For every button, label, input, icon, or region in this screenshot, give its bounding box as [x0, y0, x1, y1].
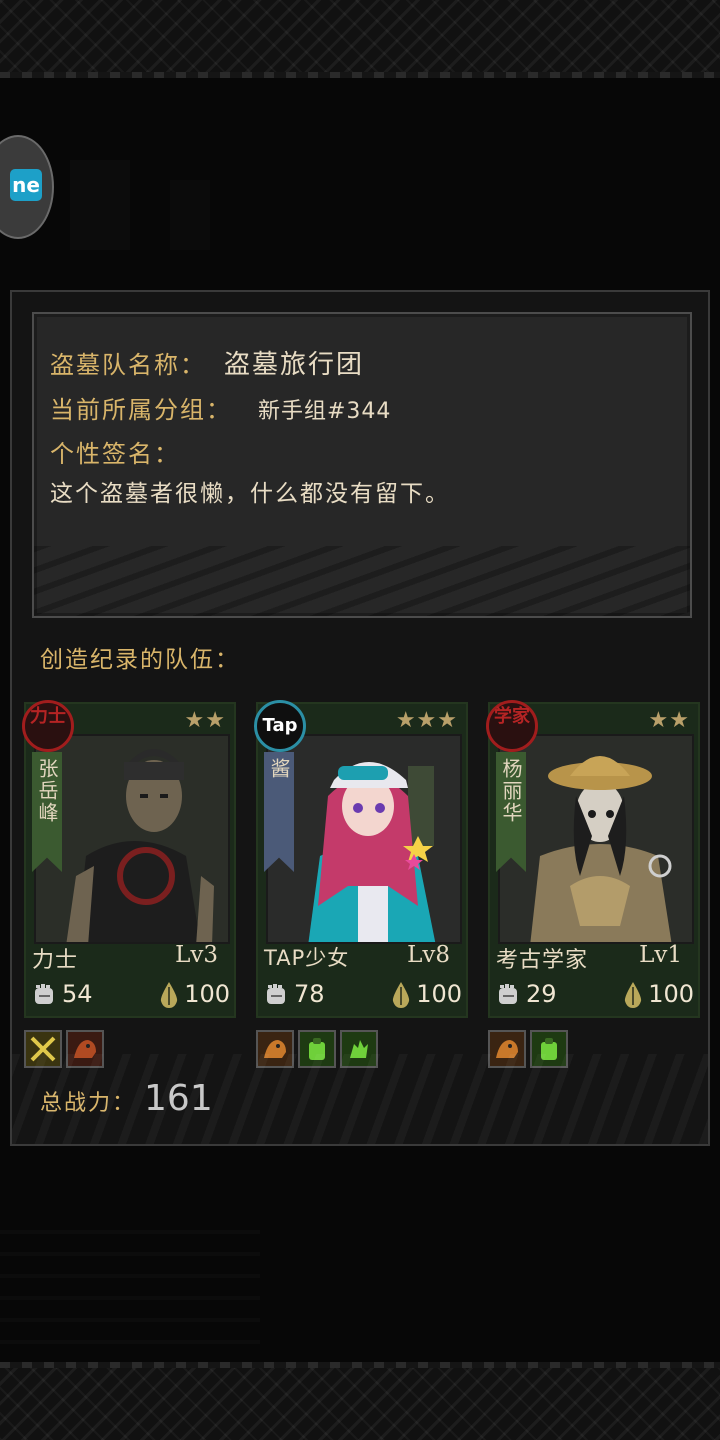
signature-text: 这个盗墓者很懒，什么都没有留下。 — [50, 481, 450, 507]
member-name-banner: 酱 — [264, 752, 294, 872]
hand-skill-icon[interactable] — [340, 1030, 378, 1068]
slash-skill-icon[interactable] — [24, 1030, 62, 1068]
power-value: 54 — [62, 980, 93, 1008]
member-level: Lv8 — [407, 942, 450, 968]
team-info-box: 盗墓队名称： 盗墓旅行团 当前所属分组： 新手组#344 个性签名： 这个盗墓者很懒… — [32, 312, 692, 618]
character-portrait — [498, 734, 694, 944]
fist-icon — [35, 984, 53, 1004]
member-name-banner: 张岳峰 — [32, 752, 62, 872]
team-detail-panel: 盗墓队名称： 盗墓旅行团 当前所属分组： 新手组#344 个性签名： 这个盗墓者很懒… — [10, 290, 710, 1146]
background-shadow — [70, 160, 130, 250]
power-value: 29 — [526, 980, 557, 1008]
member-class: TAP少女 — [264, 946, 350, 970]
character-portrait — [266, 734, 462, 944]
water-value: 100 — [184, 980, 230, 1008]
class-emblem-icon: 力士 — [22, 700, 74, 752]
member-card-zhang-yuefeng[interactable]: ★★ 力士 张岳峰 力士 Lv3 54 100 — [22, 700, 236, 1018]
beast-skill-icon[interactable] — [488, 1030, 526, 1068]
team-name-value: 盗墓旅行团 — [224, 350, 365, 380]
rarity-stars: ★★ — [184, 708, 226, 733]
app-badge-label: ne — [10, 169, 42, 201]
team-group-value: 新手组#344 — [258, 399, 392, 424]
team-group-label: 当前所属分组： — [50, 396, 232, 424]
team-name-row: 盗墓队名称： 盗墓旅行团 — [50, 344, 364, 381]
member-water: 100 — [158, 980, 230, 1009]
fist-icon — [267, 984, 285, 1004]
water-drop-icon — [161, 982, 178, 1008]
tap-emblem-icon: Tap — [254, 700, 306, 752]
member-level: Lv3 — [175, 942, 218, 968]
total-power: 总战力： 161 — [40, 1078, 213, 1119]
rarity-stars: ★★★ — [395, 708, 458, 733]
total-power-value: 161 — [144, 1078, 213, 1119]
record-team-title: 创造纪录的队伍： — [40, 647, 240, 673]
member-power: 29 — [496, 980, 557, 1008]
water-value: 100 — [416, 980, 462, 1008]
backpack-skill-icon[interactable] — [530, 1030, 568, 1068]
background-texture — [0, 1230, 260, 1350]
top-border-decoration — [0, 0, 720, 78]
power-value: 78 — [294, 980, 325, 1008]
member-name-banner: 杨丽华 — [496, 752, 526, 872]
water-drop-icon — [625, 982, 642, 1008]
member-level: Lv1 — [639, 942, 682, 968]
app-badge-icon[interactable]: ne — [0, 135, 54, 239]
member-power: 78 — [264, 980, 325, 1008]
member-power: 54 — [32, 980, 93, 1008]
background-shadow — [170, 180, 210, 250]
member-card-yang-lihua[interactable]: ★★ 学家 杨丽华 考古学家 Lv1 29 100 — [486, 700, 700, 1018]
bottom-border-decoration — [0, 1362, 720, 1440]
member-water: 100 — [622, 980, 694, 1009]
rarity-stars: ★★ — [648, 708, 690, 733]
class-emblem-icon: 学家 — [486, 700, 538, 752]
member-class: 考古学家 — [496, 948, 589, 973]
total-power-label: 总战力： — [40, 1091, 137, 1116]
beast-skill-icon[interactable] — [66, 1030, 104, 1068]
beast-skill-icon[interactable] — [256, 1030, 294, 1068]
team-name-label: 盗墓队名称： — [50, 351, 206, 379]
backpack-skill-icon[interactable] — [298, 1030, 336, 1068]
signature-label: 个性签名： — [50, 440, 180, 468]
character-portrait — [34, 734, 230, 944]
fist-icon — [499, 984, 517, 1004]
water-drop-icon — [393, 982, 410, 1008]
team-group-row: 当前所属分组： 新手组#344 — [50, 390, 391, 425]
member-card-tap-girl[interactable]: ★★★ Tap 酱 TAP少女 Lv8 78 100 — [254, 700, 468, 1018]
member-water: 100 — [390, 980, 462, 1009]
water-value: 100 — [648, 980, 694, 1008]
member-class: 力士 — [32, 948, 79, 973]
